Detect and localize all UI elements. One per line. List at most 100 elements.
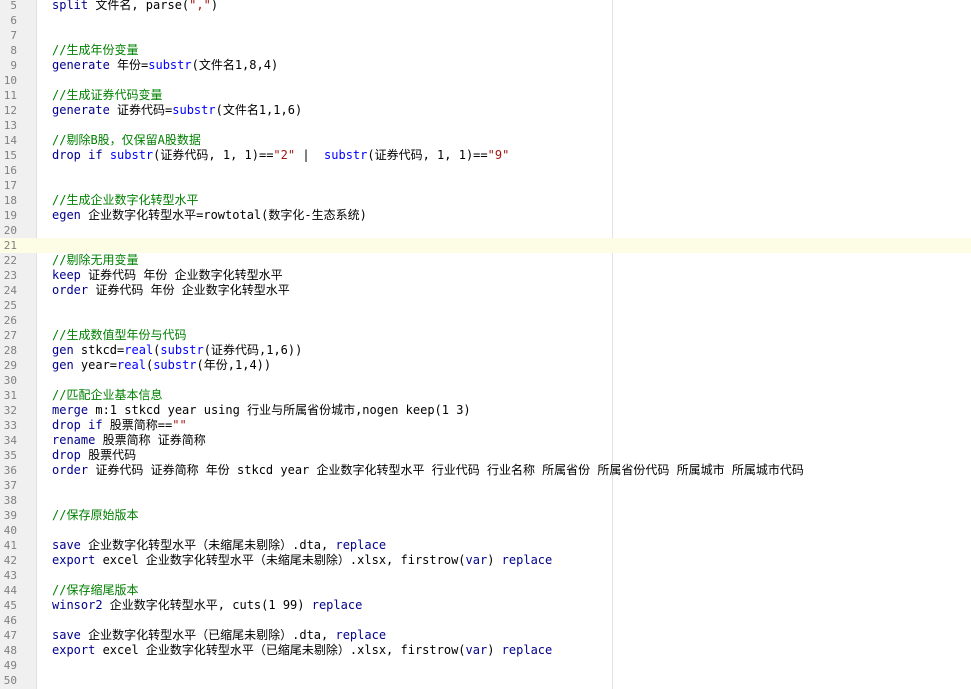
code-line[interactable]: 38 bbox=[0, 493, 971, 508]
code-line[interactable]: 13 bbox=[0, 118, 971, 133]
code-line[interactable]: 25 bbox=[0, 298, 971, 313]
code-token: rename bbox=[52, 433, 96, 447]
code-line[interactable]: 29 gen year=real(substr(年份,1,4)) bbox=[0, 358, 971, 373]
code-line[interactable]: 33 drop if 股票简称=="" bbox=[0, 418, 971, 433]
line-number: 19 bbox=[3, 209, 17, 222]
code-token: substr bbox=[109, 148, 154, 162]
code-line[interactable]: 45 winsor2 企业数字化转型水平, cuts(1 99) replace bbox=[0, 598, 971, 613]
code-line[interactable]: 49 bbox=[0, 658, 971, 673]
code-token: 年份= bbox=[109, 58, 149, 72]
code-line[interactable]: 44 //保存缩尾版本 bbox=[0, 583, 971, 598]
code-token: (证券代码, 1, 1)== bbox=[153, 148, 274, 162]
code-token: (证券代码, 1, 1)== bbox=[367, 148, 488, 162]
code-line[interactable]: 32 merge m:1 stkcd year using 行业与所属省份城市,n… bbox=[0, 403, 971, 418]
line-number: 6 bbox=[10, 14, 17, 27]
code-token: //保存缩尾版本 bbox=[52, 583, 139, 597]
code-text: //保存原始版本 bbox=[52, 508, 138, 523]
code-text: //生成证券代码变量 bbox=[52, 88, 162, 103]
code-line[interactable]: 35 drop 股票代码 bbox=[0, 448, 971, 463]
code-line[interactable]: 24 order 证券代码 年份 企业数字化转型水平 bbox=[0, 283, 971, 298]
code-token: gen bbox=[52, 358, 74, 372]
code-token: "" bbox=[172, 418, 187, 432]
code-token: stkcd= bbox=[73, 343, 125, 357]
code-line[interactable]: 34 rename 股票简称 证券简称 bbox=[0, 433, 971, 448]
line-number: 8 bbox=[10, 44, 17, 57]
code-line[interactable]: 31 //匹配企业基本信息 bbox=[0, 388, 971, 403]
code-token: year= bbox=[73, 358, 118, 372]
code-token: "9" bbox=[487, 148, 510, 162]
code-token: real bbox=[124, 343, 154, 357]
code-line[interactable]: 48 export excel 企业数字化转型水平（已缩尾未剔除）.xlsx, f… bbox=[0, 643, 971, 658]
code-line[interactable]: 50 bbox=[0, 673, 971, 688]
code-text: winsor2 企业数字化转型水平, cuts(1 99) replace bbox=[52, 598, 362, 613]
line-number: 40 bbox=[3, 524, 17, 537]
code-text: keep 证券代码 年份 企业数字化转型水平 bbox=[52, 268, 283, 283]
code-line[interactable]: 16 bbox=[0, 163, 971, 178]
code-line[interactable]: 6 bbox=[0, 13, 971, 28]
code-token: //生成企业数字化转型水平 bbox=[52, 193, 199, 207]
code-line[interactable]: 18 //生成企业数字化转型水平 bbox=[0, 193, 971, 208]
code-line[interactable]: 46 bbox=[0, 613, 971, 628]
code-line[interactable]: 37 bbox=[0, 478, 971, 493]
code-text: rename 股票简称 证券简称 bbox=[52, 433, 206, 448]
code-line[interactable]: 19 egen 企业数字化转型水平=rowtotal(数字化-生态系统) bbox=[0, 208, 971, 223]
code-token: (年份,1,4)) bbox=[196, 358, 272, 372]
code-token: //生成年份变量 bbox=[52, 43, 139, 57]
code-token: export bbox=[52, 553, 96, 567]
line-number: 17 bbox=[3, 179, 17, 192]
code-line[interactable]: 5 split 文件名, parse(",") bbox=[0, 0, 971, 13]
code-line[interactable]: 27 //生成数值型年份与代码 bbox=[0, 328, 971, 343]
code-line[interactable]: 41 save 企业数字化转型水平（未缩尾未剔除）.dta, replace bbox=[0, 538, 971, 553]
code-line[interactable]: 36 order 证券代码 证券简称 年份 stkcd year 企业数字化转型水… bbox=[0, 463, 971, 478]
code-token: (文件名1,8,4) bbox=[191, 58, 279, 72]
code-line[interactable]: 17 bbox=[0, 178, 971, 193]
code-token: 证券代码 证券简称 年份 stkcd year 企业数字化转型水平 行业代码 行… bbox=[88, 463, 804, 477]
line-number: 9 bbox=[10, 59, 17, 72]
code-token: order bbox=[52, 463, 89, 477]
code-token: replace bbox=[335, 628, 387, 642]
code-line[interactable]: 47 save 企业数字化转型水平（已缩尾未剔除）.dta, replace bbox=[0, 628, 971, 643]
code-line[interactable]: 7 bbox=[0, 28, 971, 43]
code-line[interactable]: 12 generate 证券代码=substr(文件名1,1,6) bbox=[0, 103, 971, 118]
code-line[interactable]: 22 //剔除无用变量 bbox=[0, 253, 971, 268]
code-line[interactable]: 20 bbox=[0, 223, 971, 238]
code-line[interactable]: 14 //剔除B股，仅保留A股数据 bbox=[0, 133, 971, 148]
code-line[interactable]: 15 drop if substr(证券代码, 1, 1)=="2" | subs… bbox=[0, 148, 971, 163]
code-token: excel 企业数字化转型水平（已缩尾未剔除）.xlsx, firstrow( bbox=[95, 643, 466, 657]
code-line[interactable]: 11 //生成证券代码变量 bbox=[0, 88, 971, 103]
line-number: 31 bbox=[3, 389, 17, 402]
code-line[interactable]: 10 bbox=[0, 73, 971, 88]
code-token: 证券代码 年份 企业数字化转型水平 bbox=[80, 268, 283, 282]
code-token: replace bbox=[335, 538, 387, 552]
line-number: 30 bbox=[3, 374, 17, 387]
code-line[interactable]: 23 keep 证券代码 年份 企业数字化转型水平 bbox=[0, 268, 971, 283]
code-line[interactable]: 28 gen stkcd=real(substr(证券代码,1,6)) bbox=[0, 343, 971, 358]
code-text: //生成企业数字化转型水平 bbox=[52, 193, 198, 208]
code-editor[interactable]: 5 split 文件名, parse(",") 6 7 8 //生成年份变量 9 genera… bbox=[0, 0, 971, 689]
line-number: 32 bbox=[3, 404, 17, 417]
code-line[interactable]: 21 bbox=[0, 238, 971, 253]
code-line[interactable]: 39 //保存原始版本 bbox=[0, 508, 971, 523]
code-token: | bbox=[295, 148, 325, 162]
code-token: ) bbox=[210, 0, 219, 12]
code-token: //生成数值型年份与代码 bbox=[52, 328, 187, 342]
line-number: 37 bbox=[3, 479, 17, 492]
code-line[interactable]: 8 //生成年份变量 bbox=[0, 43, 971, 58]
code-line[interactable]: 42 export excel 企业数字化转型水平（未缩尾未剔除）.xlsx, f… bbox=[0, 553, 971, 568]
code-token: substr bbox=[160, 343, 204, 357]
line-number: 38 bbox=[3, 494, 17, 507]
code-line[interactable]: 9 generate 年份=substr(文件名1,8,4) bbox=[0, 58, 971, 73]
code-line[interactable]: 43 bbox=[0, 568, 971, 583]
code-text: //保存缩尾版本 bbox=[52, 583, 138, 598]
code-line[interactable]: 26 bbox=[0, 313, 971, 328]
code-line[interactable]: 40 bbox=[0, 523, 971, 538]
line-number: 25 bbox=[3, 299, 17, 312]
code-token: save bbox=[52, 538, 81, 552]
line-number: 36 bbox=[3, 464, 17, 477]
line-number: 21 bbox=[3, 239, 17, 252]
code-line[interactable]: 30 bbox=[0, 373, 971, 388]
code-token: order bbox=[52, 283, 89, 297]
line-number: 22 bbox=[3, 254, 17, 267]
code-token: real bbox=[117, 358, 146, 372]
line-number: 49 bbox=[3, 659, 17, 672]
